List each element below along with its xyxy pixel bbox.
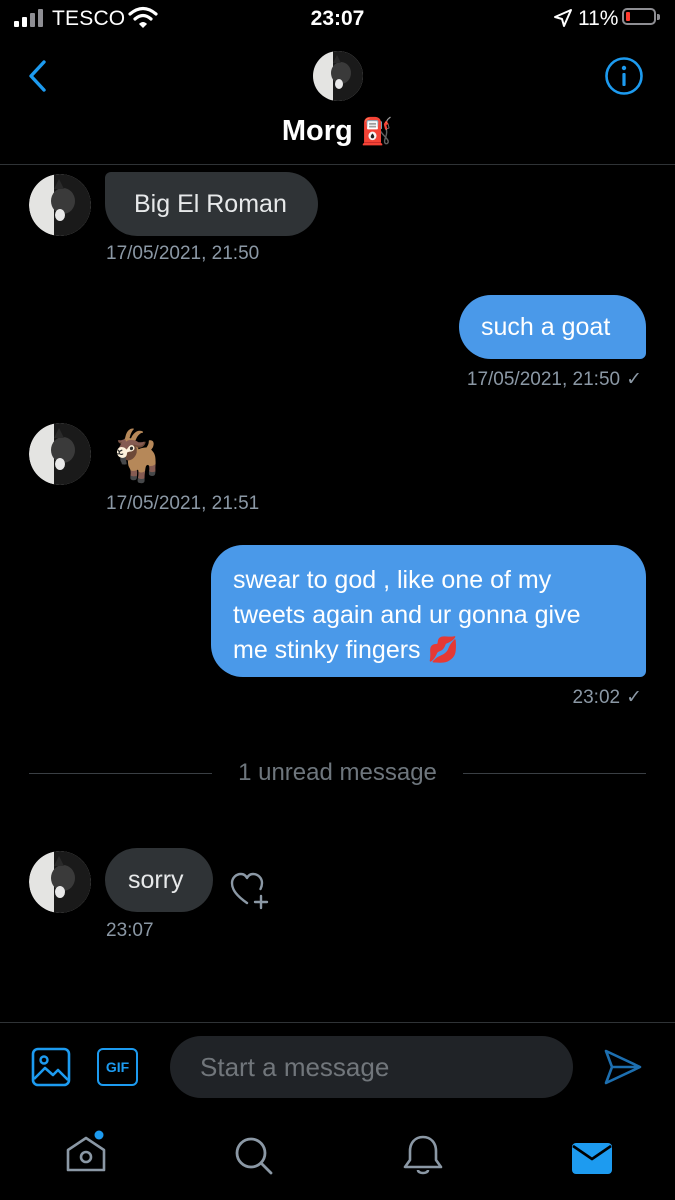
back-chevron-icon[interactable] — [24, 58, 54, 94]
message-timestamp: 17/05/2021, 21:51 — [106, 493, 260, 514]
composer-divider — [0, 1022, 675, 1023]
unread-divider-line-right — [463, 773, 646, 774]
tab-search[interactable] — [230, 1132, 278, 1180]
avatar[interactable] — [29, 423, 91, 485]
message-bubble-outgoing[interactable]: swear to god , like one of my tweets aga… — [211, 545, 646, 677]
message-timestamp: 23:07 — [106, 920, 154, 941]
sent-check-icon: ✓ — [626, 687, 642, 708]
conversation-title[interactable]: Morg ⛽ — [0, 115, 675, 148]
message-line: me stinky fingers 💋 — [233, 636, 459, 664]
message-bubble-outgoing[interactable]: such a goat — [459, 295, 646, 359]
battery-percent: 11% — [578, 7, 619, 30]
battery-icon — [622, 8, 660, 25]
avatar[interactable] — [29, 851, 91, 913]
bell-icon — [403, 1135, 443, 1175]
tab-home[interactable] — [62, 1130, 110, 1178]
goat-emoji-message[interactable]: 🐐 — [106, 425, 168, 487]
gif-button[interactable]: GIF — [97, 1048, 138, 1086]
info-icon[interactable] — [604, 56, 644, 96]
timestamp-text: 17/05/2021, 21:50 — [466, 369, 621, 390]
message-bubble-incoming[interactable]: sorry — [105, 848, 213, 912]
location-arrow-icon — [554, 9, 572, 27]
search-icon — [235, 1137, 273, 1175]
message-line: swear to god , like one of my — [233, 566, 552, 594]
message-timestamp: 17/05/2021, 21:50 — [106, 243, 260, 264]
message-bubble-incoming[interactable]: Big El Roman — [105, 172, 318, 236]
message-input[interactable]: Start a message — [170, 1036, 573, 1098]
message-timestamp: 23:02 ✓ — [573, 686, 642, 709]
message-text: Big El Roman — [134, 189, 287, 218]
fuel-pump-emoji: ⛽ — [360, 116, 394, 146]
message-line: tweets again and ur gonna give — [233, 601, 581, 629]
image-icon[interactable] — [31, 1047, 71, 1087]
heart-plus-icon[interactable] — [229, 872, 271, 910]
avatar[interactable] — [29, 174, 91, 236]
status-bar: TESCO 23:07 11% — [0, 0, 675, 38]
message-text: such a goat — [481, 312, 611, 341]
tab-messages[interactable] — [568, 1134, 616, 1182]
send-icon[interactable] — [603, 1048, 643, 1086]
message-text: sorry — [128, 865, 184, 894]
tab-notifications[interactable] — [399, 1132, 447, 1180]
mail-icon — [572, 1143, 612, 1174]
conversation-avatar[interactable] — [313, 51, 363, 101]
header-divider — [0, 164, 675, 165]
clock: 23:07 — [310, 7, 365, 30]
sent-check-icon: ✓ — [626, 369, 642, 390]
message-timestamp: 17/05/2021, 21:50 ✓ — [467, 368, 642, 391]
conversation-name: Morg — [281, 115, 353, 147]
home-icon — [66, 1130, 106, 1172]
timestamp-text: 23:02 — [572, 687, 621, 708]
